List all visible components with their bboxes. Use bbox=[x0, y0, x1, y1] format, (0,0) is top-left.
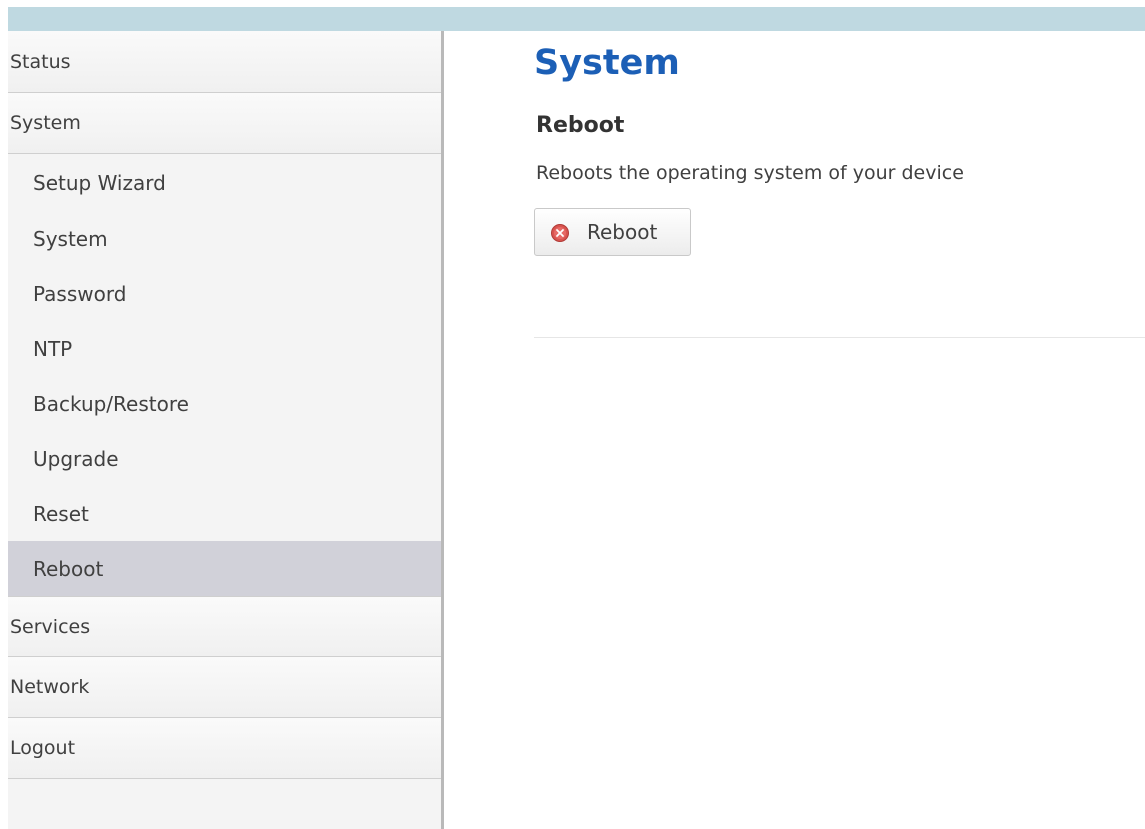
submenu-setup-wizard[interactable]: Setup Wizard bbox=[8, 154, 441, 211]
submenu-backup-restore[interactable]: Backup/Restore bbox=[8, 376, 441, 431]
menu-services[interactable]: Services bbox=[8, 596, 441, 657]
page-title: System bbox=[534, 43, 680, 83]
section-title: Reboot bbox=[536, 113, 625, 138]
submenu-ntp[interactable]: NTP bbox=[8, 321, 441, 376]
submenu-reset[interactable]: Reset bbox=[8, 486, 441, 541]
menu-network[interactable]: Network bbox=[8, 657, 441, 718]
header-strip bbox=[8, 7, 1145, 31]
submenu-password[interactable]: Password bbox=[8, 266, 441, 321]
submenu-reboot[interactable]: Reboot bbox=[8, 541, 441, 596]
top-bar bbox=[0, 0, 1145, 31]
submenu-upgrade[interactable]: Upgrade bbox=[8, 431, 441, 486]
menu-logout[interactable]: Logout bbox=[8, 718, 441, 779]
reboot-button[interactable]: Reboot bbox=[534, 208, 691, 256]
system-submenu: Setup Wizard System Password NTP Backup/… bbox=[8, 154, 441, 596]
menu-system[interactable]: System bbox=[8, 93, 441, 154]
sidebar: Status System Setup Wizard System Passwo… bbox=[8, 31, 444, 829]
menu-status[interactable]: Status bbox=[8, 31, 441, 93]
submenu-system[interactable]: System bbox=[8, 211, 441, 266]
stop-icon bbox=[551, 223, 569, 242]
main-content: System Reboot Reboots the operating syst… bbox=[444, 31, 1145, 829]
reboot-button-label: Reboot bbox=[587, 220, 658, 244]
divider bbox=[534, 337, 1145, 338]
section-description: Reboots the operating system of your dev… bbox=[536, 162, 964, 184]
